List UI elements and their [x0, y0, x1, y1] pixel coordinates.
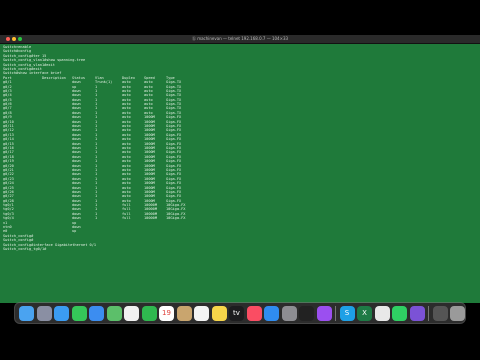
dock-separator — [428, 305, 429, 321]
terminal-window: Ⓢ machinevan — telnet 192.168.0.7 — 104×… — [0, 35, 480, 303]
title-bar: Ⓢ machinevan — telnet 192.168.0.7 — 104×… — [0, 35, 480, 44]
system-settings-icon[interactable] — [281, 305, 297, 321]
maps-icon[interactable] — [106, 305, 122, 321]
chrome-icon[interactable] — [374, 305, 390, 321]
downloads-stack-icon[interactable] — [432, 305, 448, 321]
facetime-icon[interactable] — [141, 305, 157, 321]
tv-icon[interactable]: tv — [229, 305, 244, 321]
trash-icon[interactable] — [450, 305, 465, 321]
photos-icon[interactable] — [124, 305, 139, 321]
contacts-icon[interactable] — [176, 305, 192, 321]
messages-icon[interactable] — [71, 305, 87, 321]
excel-icon[interactable]: X — [357, 305, 372, 321]
viber-icon[interactable] — [409, 305, 425, 321]
launchpad-icon[interactable] — [36, 305, 52, 321]
dock-separator — [335, 305, 336, 321]
whatsapp-icon[interactable] — [392, 305, 407, 321]
notes-icon[interactable] — [211, 305, 227, 321]
terminal-line: Switch_config_tg0/1# — [3, 246, 47, 251]
music-icon[interactable] — [246, 305, 262, 321]
calendar-icon[interactable]: 19 — [159, 305, 174, 321]
skype-icon[interactable]: S — [339, 305, 355, 321]
mail-icon[interactable] — [89, 305, 104, 321]
finder-icon[interactable] — [19, 305, 34, 321]
safari-icon[interactable] — [54, 305, 69, 321]
dock: 19 tv S X — [14, 302, 466, 324]
app-store-icon[interactable] — [264, 305, 279, 321]
terminal-icon[interactable] — [299, 305, 314, 321]
terminal-output[interactable]: Switch>enable Switch#config Switch_config#… — [3, 45, 477, 301]
podcasts-icon[interactable] — [316, 305, 332, 321]
reminders-icon[interactable] — [194, 305, 209, 321]
window-title: Ⓢ machinevan — telnet 192.168.0.7 — 104×… — [191, 36, 289, 41]
